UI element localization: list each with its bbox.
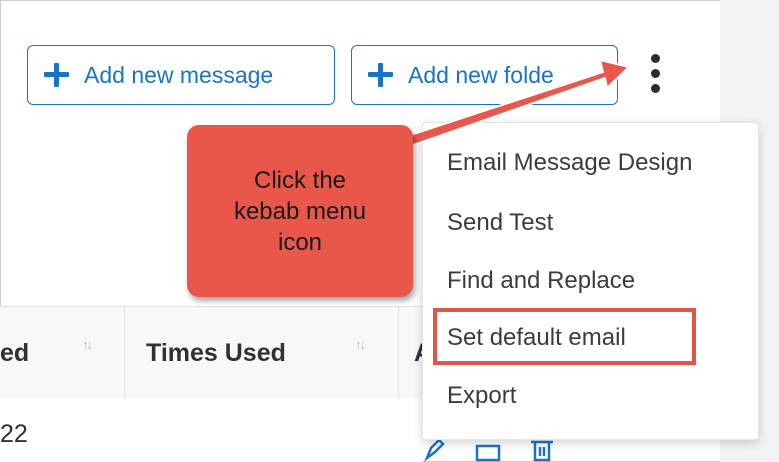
- delete-icon: [531, 440, 553, 462]
- menu-item-find-and-replace[interactable]: Find and Replace: [447, 267, 635, 295]
- highlight-box: [433, 308, 696, 365]
- edit-icon: [424, 438, 445, 462]
- column-header-label: Times Used: [146, 338, 286, 367]
- copy-icon: [475, 444, 501, 462]
- menu-item-export[interactable]: Export: [447, 382, 516, 410]
- menu-item-send-test[interactable]: Send Test: [447, 209, 553, 237]
- column-header-times-used[interactable]: Times Used: [146, 307, 286, 399]
- add-new-message-button[interactable]: Add new message: [27, 45, 335, 105]
- instruction-callout: Click the kebab menu icon: [187, 125, 413, 297]
- menu-item-email-message-design[interactable]: Email Message Design: [447, 149, 692, 177]
- plus-icon: [42, 60, 72, 90]
- column-divider: [124, 307, 125, 399]
- sort-icon[interactable]: ↑↓: [82, 337, 93, 352]
- date-cell: 22: [0, 420, 28, 448]
- add-new-folder-label: Add new folde: [408, 61, 554, 88]
- sort-icon[interactable]: ↑↓: [355, 337, 366, 352]
- add-new-message-label: Add new message: [84, 61, 274, 88]
- add-new-folder-button[interactable]: Add new folde: [351, 45, 618, 105]
- column-header-date-used[interactable]: ed: [0, 307, 29, 399]
- table-row: [0, 398, 422, 462]
- kebab-menu-icon[interactable]: [643, 52, 669, 96]
- column-header-label: ed: [0, 338, 30, 367]
- column-divider: [398, 307, 399, 399]
- table-header: ed ↑↓ Times Used ↑↓ A: [0, 306, 432, 400]
- kebab-dropdown-menu: Email Message Design Send Test Find and …: [422, 122, 759, 440]
- plus-icon: [366, 60, 396, 90]
